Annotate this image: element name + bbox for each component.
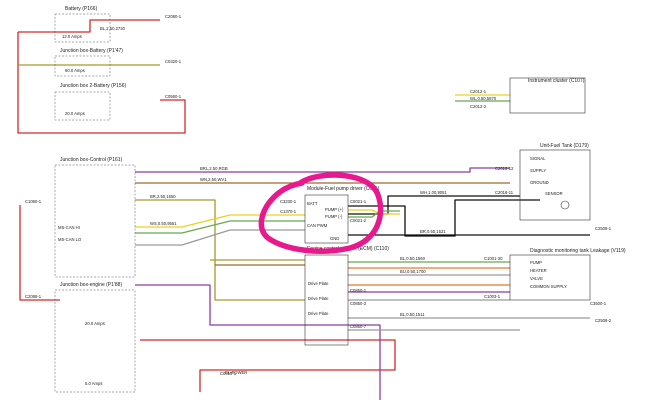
leak-pin-heater: HEATER — [530, 268, 547, 273]
leak-module-box: Diagnostic monitoring tank Leakage (V119… — [509, 248, 626, 301]
jb2-fuse-label: 20.0 Amps — [65, 111, 85, 116]
connector-label: C2080-1 — [165, 14, 182, 19]
wire-label: WL,0.50,5670 — [470, 96, 497, 101]
wire-label: BL,0.50,1511 — [400, 312, 425, 317]
connector-label: C0560-1 — [165, 94, 182, 99]
wire-red-low — [19, 205, 60, 301]
leak-module-title: Diagnostic monitoring tank Leakage (V119… — [530, 248, 626, 254]
pin-gnd: GND — [330, 236, 339, 241]
leak-pin-valve: VALVE — [530, 276, 543, 281]
leak-pin-pump: PUMP — [530, 260, 542, 265]
instrument-cluster-title: Instrument cluster (C107) — [528, 78, 585, 84]
wire-label: WN,2.50,WV1 — [200, 177, 227, 182]
wire-label: BR,2.50,1550 — [150, 194, 176, 199]
connector-label: C2016-11 — [495, 190, 514, 195]
ms-can-lo-label: MS-CAN LO — [58, 237, 82, 242]
wire-label: BL,2.50,2730 — [100, 26, 126, 31]
signal-label: GROUND — [530, 180, 549, 185]
connector-label: C3230-1 — [280, 199, 297, 204]
pin-pump-neg: PUMP (-) — [325, 214, 343, 219]
jbb-fuse-label: 60.0 Amps — [65, 68, 85, 73]
leak-pin-common: COMMON SUPPLY — [530, 284, 567, 289]
wiring-diagram: Battery (P166) 12.0 Amps Junction box-Ba… — [17, 6, 626, 400]
pin-batt: BATT — [307, 201, 318, 206]
connector-label: C1060-1 — [25, 199, 42, 204]
connector-label: C0021-2 — [350, 218, 367, 223]
connector-label: C0850-2 — [350, 301, 367, 306]
signal-label: SIGNAL — [530, 156, 546, 161]
junction-box-battery: Junction box-Battery (P1'47) 60.0 Amps — [54, 48, 123, 77]
connector-label: C1370-1 — [280, 209, 297, 214]
wire-red-return — [140, 339, 396, 392]
connector-label: C1001-30 — [484, 256, 503, 261]
jbe-fuse-label-1: 20.0 Amps — [85, 321, 105, 326]
connector-label: C0850-7 — [350, 324, 367, 329]
connector-label: C2088-1 — [25, 294, 42, 299]
pin-can-pwm: CAN PWM — [307, 223, 328, 228]
ms-can-hi-label: MS-CAN HI — [58, 225, 80, 230]
ecm-drive-plate-3: Drive Plate — [308, 311, 329, 316]
connector-label: C2508-1 — [595, 226, 612, 231]
connector-label: C2012-2 — [470, 104, 487, 109]
junction-box-engine-title: Junction box-engine (P1'88) — [60, 282, 122, 288]
wire-label: BRL,2.50,RGB — [200, 166, 228, 171]
signal-label: SENSOR — [545, 191, 563, 196]
ecm-drive-plate-1: Drive Plate — [308, 281, 329, 286]
wire-red-feed-top — [18, 19, 160, 33]
connector-label: C2012-1 — [470, 89, 487, 94]
junction-box-2-title: Junction box 2-Battery (P156) — [60, 83, 126, 89]
junction-box-engine: Junction box-engine (P1'88) 20.0 Amps 5.… — [54, 282, 136, 393]
pin-pump-pos: PUMP (+) — [325, 207, 344, 212]
wire-label: WH,1.00,9051 — [420, 190, 447, 195]
junction-box-control-title: Junction box-Control (P161) — [60, 157, 123, 163]
wire-label: BR,0.50,1521 — [420, 229, 446, 234]
connector-label: C0320-1 — [165, 59, 182, 64]
junction-box-2-battery: Junction box 2-Battery (P156) 20.0 Amps — [54, 83, 126, 121]
ecm-drive-plate-2: Drive Plate — [308, 296, 329, 301]
fuel-pump-motor-icon — [560, 200, 570, 210]
connector-label: C2016-12 — [495, 166, 514, 171]
connector-label: C3500-1 — [590, 301, 607, 306]
wire-purple-lower — [135, 284, 381, 400]
connector-label: C0021-1 — [350, 199, 367, 204]
signal-label: BL-POWER — [225, 370, 247, 375]
battery-box: Battery (P166) 12.0 Amps — [54, 6, 111, 43]
connector-label: C0850-1 — [350, 288, 367, 293]
junction-box-control: Junction box-Control (P161) MS-CAN HI MS… — [54, 157, 136, 278]
connector-label: C2508-2 — [595, 318, 612, 323]
battery-fuse-label: 12.0 Amps — [62, 34, 82, 39]
connector-label: C1003-1 — [484, 294, 501, 299]
jbe-fuse-label-2: 5.0 Amps — [85, 381, 102, 386]
junction-box-battery-title: Junction box-Battery (P1'47) — [60, 48, 123, 54]
wire-label: BU,0.50,1700 — [400, 269, 426, 274]
fuel-tank-unit-title: Unit-Fuel Tank (D179) — [540, 143, 589, 149]
signal-label: SUPPLY — [530, 168, 546, 173]
battery-title: Battery (P166) — [65, 6, 98, 12]
wire-label: WS,0.50,9551 — [150, 221, 177, 226]
instrument-cluster-box: Instrument cluster (C107) — [509, 77, 586, 114]
wire-purple-upper — [135, 167, 510, 173]
wire-label: BL,0.50,1560 — [400, 256, 426, 261]
